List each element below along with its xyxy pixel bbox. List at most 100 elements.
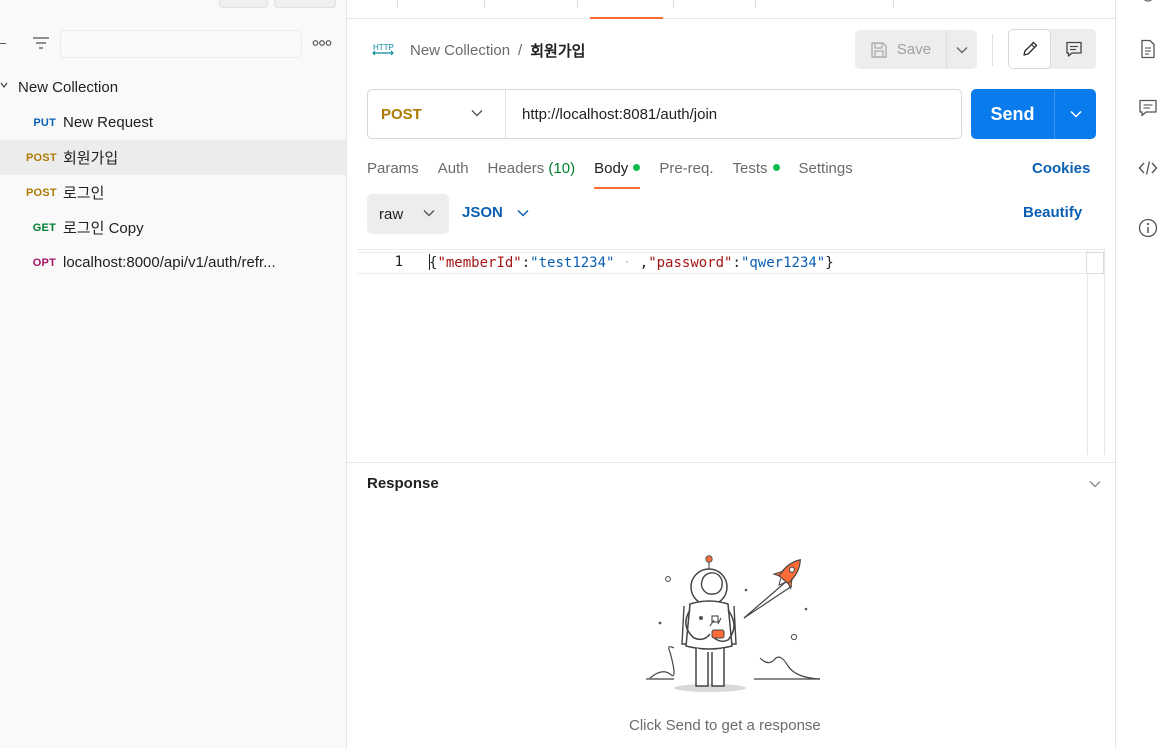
save-options-button[interactable] (947, 30, 977, 69)
method-badge: POST (26, 186, 57, 199)
breadcrumb-collection[interactable]: New Collection (410, 42, 510, 59)
response-title: Response (367, 475, 439, 492)
collection-tree: New Collection PUT New Request POST 회원가입… (0, 70, 346, 280)
collection-item[interactable]: New Collection (0, 70, 346, 105)
body-mode-value: raw (379, 205, 404, 223)
send-button[interactable]: Send (971, 89, 1055, 139)
editor-scrollbar-thumb[interactable] (1086, 252, 1104, 274)
line-number: 1 (394, 254, 403, 270)
url-input[interactable] (506, 90, 961, 138)
tab-divider (755, 0, 756, 8)
tab-headers[interactable]: Headers (10) (488, 157, 576, 189)
info-icon[interactable] (1138, 218, 1158, 238)
header-divider (992, 34, 993, 66)
cookies-link[interactable]: Cookies (1032, 160, 1090, 177)
json-value: "qwer1234" (740, 255, 826, 271)
json-colon: : (732, 255, 741, 271)
json-key: "memberId" (437, 255, 522, 271)
method-badge: OPT (32, 256, 56, 269)
tab-tests[interactable]: Tests (733, 157, 780, 189)
tab-divider (577, 0, 578, 8)
more-horizontal-icon[interactable] (312, 36, 332, 50)
json-value: "test1234" (530, 255, 615, 271)
request-item-login-copy[interactable]: GET 로그인 Copy (0, 210, 346, 245)
sidebar-search-input[interactable] (60, 30, 302, 58)
chevron-down-icon (471, 110, 483, 117)
comments-button[interactable] (1051, 29, 1096, 69)
comment-icon (1065, 41, 1082, 57)
request-name: 로그인 Copy (63, 220, 144, 237)
sidebar: New Collection PUT New Request POST 회원가입… (0, 0, 347, 748)
chevron-down-icon (956, 46, 968, 53)
request-name: 로그인 (63, 185, 105, 202)
method-select[interactable]: POST (368, 90, 506, 138)
method-badge: POST (26, 151, 57, 164)
code-icon[interactable] (1138, 158, 1158, 178)
settings-icon[interactable] (1138, 0, 1158, 12)
open-tabs-strip (347, 0, 1115, 19)
breadcrumb: New Collection / 회원가입 (410, 40, 585, 61)
sidebar-top-button[interactable] (219, 0, 268, 8)
whitespace-marker: · (614, 255, 640, 271)
request-item-login[interactable]: POST 로그인 (0, 175, 346, 210)
view-mode-toggle (1008, 29, 1096, 69)
chevron-down-icon[interactable] (1089, 480, 1101, 488)
breadcrumb-request-name[interactable]: 회원가입 (530, 40, 585, 61)
pencil-icon (1022, 41, 1037, 56)
document-icon[interactable] (1138, 39, 1158, 59)
chevron-down-icon[interactable] (0, 81, 8, 89)
response-pane-divider[interactable] (347, 462, 1115, 463)
chevron-down-icon (423, 210, 435, 217)
body-language-value: JSON (462, 204, 503, 221)
request-item-new-request[interactable]: PUT New Request (0, 105, 346, 140)
request-name: 회원가입 (63, 150, 119, 167)
request-tabs: Params Auth Headers (10) Body Pre-req. T… (367, 157, 872, 189)
tab-auth[interactable]: Auth (438, 157, 469, 189)
beautify-button[interactable]: Beautify (1023, 204, 1082, 221)
breadcrumb-separator: / (518, 42, 523, 59)
save-label: Save (896, 41, 932, 58)
collection-name: New Collection (18, 79, 119, 96)
comment-icon[interactable] (1138, 98, 1158, 118)
send-options-button[interactable] (1055, 89, 1096, 139)
status-dot (772, 164, 780, 171)
body-code-editor[interactable]: 1 {"memberId":"test1234" · ,"password":"… (357, 249, 1105, 455)
tab-prereq[interactable]: Pre-req. (659, 157, 713, 189)
save-button[interactable]: Save (855, 30, 947, 69)
method-badge: GET (32, 221, 56, 234)
chevron-down-icon (517, 209, 529, 217)
sidebar-top-button[interactable] (274, 0, 336, 8)
tab-body-label: Body (594, 160, 629, 177)
json-colon: : (521, 255, 531, 271)
chevron-down-icon (1069, 110, 1082, 118)
active-tab-indicator[interactable] (590, 17, 663, 19)
headers-count: (10) (548, 160, 576, 177)
method-badge: PUT (33, 116, 56, 129)
edit-mode-button[interactable] (1008, 29, 1051, 69)
body-language-select[interactable]: JSON (462, 204, 529, 221)
sidebar-toolbar (0, 26, 347, 62)
response-empty-hint: Click Send to get a response (629, 717, 821, 734)
http-request-icon: HTTP (372, 43, 394, 56)
request-item-signup[interactable]: POST 회원가입 (0, 140, 346, 175)
request-url-bar: POST (367, 89, 962, 139)
editor-scrollbar[interactable] (1087, 250, 1105, 455)
save-button-group: Save (855, 30, 977, 69)
tab-params[interactable]: Params (367, 157, 419, 189)
body-mode-select[interactable]: raw (367, 194, 449, 234)
json-brace: } (825, 255, 834, 271)
tab-divider (397, 0, 398, 8)
filter-icon[interactable] (32, 36, 50, 52)
request-item-refresh[interactable]: OPT localhost:8000/api/v1/auth/refr... (0, 245, 346, 280)
tab-divider (673, 0, 674, 8)
tab-divider (893, 0, 894, 8)
tab-tests-label: Tests (732, 160, 768, 177)
method-select-value: POST (381, 105, 422, 123)
collapse-icon[interactable] (0, 43, 6, 44)
astronaut-rocket-illustration (646, 555, 821, 692)
tab-body[interactable]: Body (594, 157, 641, 189)
code-line-1[interactable]: {"memberId":"test1234" · ,"password":"qw… (429, 254, 834, 271)
tab-settings[interactable]: Settings (799, 157, 853, 189)
status-dot (633, 164, 641, 171)
tab-headers-label: Headers (487, 160, 545, 177)
